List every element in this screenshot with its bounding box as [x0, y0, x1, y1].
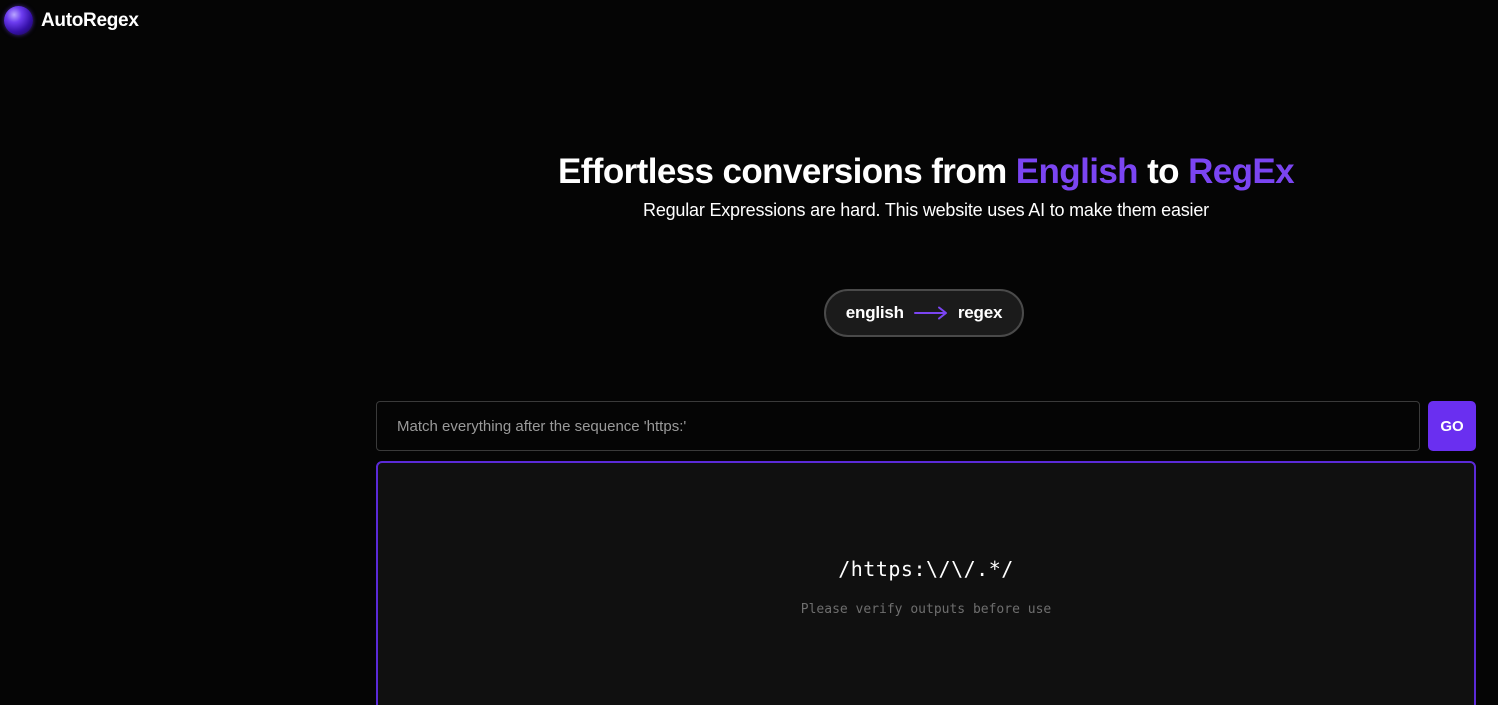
go-button[interactable]: GO: [1428, 401, 1476, 451]
page: AutoRegex Effortless conversions from En…: [0, 0, 1498, 705]
purple-sphere-logo-icon: [4, 6, 33, 35]
mode-to-label: regex: [957, 303, 1003, 322]
regex-result[interactable]: /https:\/\/.*/: [378, 557, 1474, 581]
hero-section: Effortless conversions from English to R…: [376, 150, 1476, 221]
verify-disclaimer: Please verify outputs before use: [800, 602, 1052, 617]
mode-from-label: english: [845, 303, 904, 322]
brand-name: AutoRegex: [41, 9, 139, 31]
hero-subtitle: Regular Expressions are hard. This websi…: [643, 200, 1209, 220]
brand-link[interactable]: AutoRegex: [4, 6, 139, 35]
regex-output-panel: /https:\/\/.*/ Please verify outputs bef…: [376, 461, 1476, 705]
english-query-input[interactable]: [376, 401, 1420, 451]
mode-toggle-button[interactable]: english regex: [824, 289, 1024, 337]
hero-title-part2: to: [1137, 152, 1189, 191]
hero-title-accent-english: English: [1015, 152, 1139, 191]
query-row: GO: [376, 401, 1476, 451]
arrow-right-icon: [913, 306, 947, 320]
hero-title: Effortless conversions from English to R…: [376, 150, 1476, 194]
hero-title-part1: Effortless conversions from: [557, 152, 1016, 191]
hero-title-accent-regex: RegEx: [1188, 152, 1295, 191]
